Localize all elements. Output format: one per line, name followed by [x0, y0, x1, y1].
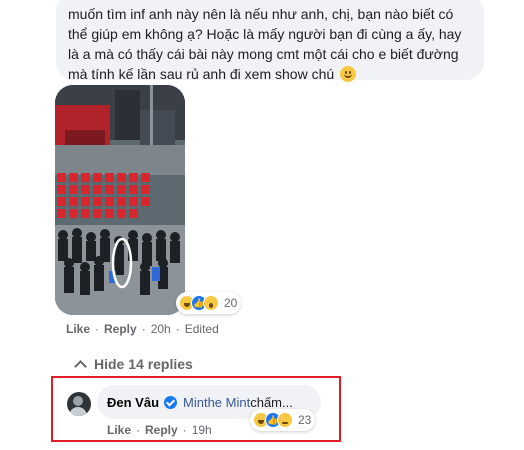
chevron-up-icon: [74, 359, 87, 373]
like-button[interactable]: Like: [107, 423, 131, 437]
like-button[interactable]: Like: [66, 322, 90, 336]
verified-badge-icon: [164, 395, 178, 409]
comment-timestamp[interactable]: 20h: [151, 322, 171, 336]
reply-author-name[interactable]: Đen Vâu: [107, 395, 159, 410]
reply-timestamp[interactable]: 19h: [192, 423, 212, 437]
smile-emoji-icon: [340, 66, 357, 82]
mention-link[interactable]: Minthe Mint: [183, 395, 250, 410]
reaction-count: 23: [298, 413, 312, 427]
photo-reactions[interactable]: 👍 20: [176, 292, 242, 314]
hide-replies-button[interactable]: Hide 14 replies: [74, 356, 193, 373]
edited-label[interactable]: Edited: [185, 322, 219, 336]
comment-photo[interactable]: [55, 85, 185, 315]
reply-button[interactable]: Reply: [104, 322, 137, 336]
reaction-count: 20: [224, 296, 238, 310]
comment-text-line: thể giúp em không ạ? Hoặc là mấy người b…: [68, 26, 462, 42]
comment-actions: Like · Reply · 20h · Edited: [66, 322, 219, 336]
reply-actions: Like · Reply · 19h: [107, 423, 212, 437]
comment-text-line-last: mà tính kế lần sau rủ anh đi xem show ch…: [68, 64, 472, 84]
wow-reaction-icon: [203, 295, 219, 311]
comment-text-line: là a mà có thấy cái bài này mong cmt một…: [68, 46, 459, 62]
hide-replies-label: Hide 14 replies: [94, 356, 193, 372]
avatar[interactable]: [67, 392, 91, 416]
sad-reaction-icon: [277, 412, 293, 428]
reply-reactions[interactable]: 👍 23: [250, 409, 316, 431]
crowd-photo-image: [55, 85, 185, 315]
reply-text: chấm...: [250, 394, 293, 410]
comment-bubble: muốn tìm inf anh này nên là nếu như anh,…: [56, 0, 484, 82]
comment-text-line: muốn tìm inf anh này nên là nếu như anh,…: [68, 6, 454, 22]
reply-button[interactable]: Reply: [145, 423, 178, 437]
comment-text-line: mà tính kế lần sau rủ anh đi xem show ch…: [68, 66, 335, 82]
